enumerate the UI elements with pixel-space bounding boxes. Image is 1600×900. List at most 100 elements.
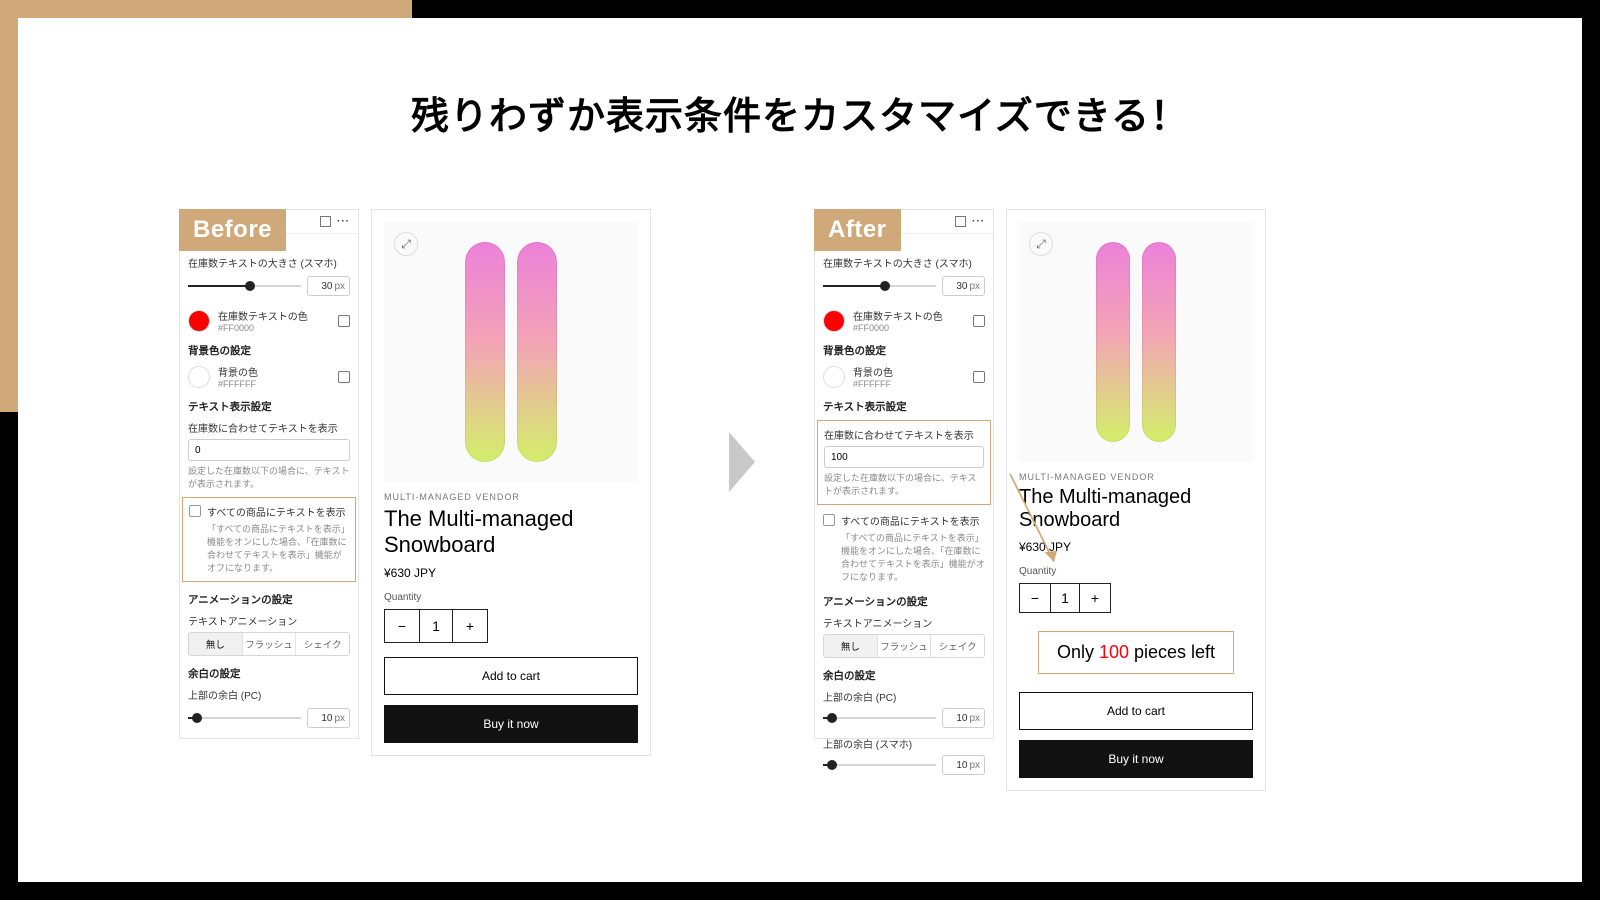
frame-right-bar — [1582, 0, 1600, 900]
margin-pc-input[interactable]: 10px — [942, 708, 985, 728]
anim-segmented[interactable]: 無し フラッシュ シェイク — [823, 634, 985, 658]
buy-now-button[interactable]: Buy it now — [384, 705, 638, 743]
margin-pc-input[interactable]: 10px — [307, 708, 350, 728]
text-color-swatch[interactable] — [188, 310, 210, 332]
product-vendor: MULTI-MANAGED VENDOR — [384, 492, 638, 502]
margin-sp-slider[interactable] — [823, 763, 936, 767]
anim-opt-none[interactable]: 無し — [824, 635, 877, 657]
text-color-swatch[interactable] — [823, 310, 845, 332]
text-size-input[interactable]: 30px — [307, 276, 350, 296]
frame-left-accent — [0, 0, 18, 412]
after-settings-panel: 示｜お手軽… ··· Stock Counter 在庫数テキストの大きさ (スマ… — [814, 209, 994, 739]
text-size-label: 在庫数テキストの大きさ (スマホ) — [823, 255, 985, 270]
text-size-slider[interactable] — [188, 284, 301, 288]
all-products-help: 「すべての商品にテキストを表示」機能をオンにした場合、「在庫数に合わせてテキスト… — [823, 532, 985, 584]
zoom-icon[interactable]: ⤢ — [1029, 232, 1053, 256]
add-to-cart-button[interactable]: Add to cart — [1019, 692, 1253, 730]
page-title: 残りわずか表示条件をカスタマイズできる！ — [180, 85, 1420, 140]
edit-icon[interactable] — [973, 371, 985, 383]
anim-opt-shake[interactable]: シェイク — [930, 635, 984, 657]
bg-color-swatch[interactable] — [188, 366, 210, 388]
all-products-checkbox[interactable] — [189, 505, 201, 517]
bg-section-title: 背景色の設定 — [188, 343, 350, 358]
qty-minus-button[interactable]: − — [1020, 584, 1050, 612]
bg-color-swatch[interactable] — [823, 366, 845, 388]
anim-opt-flash[interactable]: フラッシュ — [877, 635, 931, 657]
all-products-label: すべての商品にテキストを表示 — [207, 504, 346, 519]
text-color-label: 在庫数テキストの色 — [853, 308, 943, 323]
more-icon[interactable]: ··· — [972, 216, 985, 227]
product-image: ⤢ — [1019, 222, 1253, 462]
text-display-section-title: テキスト表示設定 — [823, 399, 985, 414]
quantity-stepper[interactable]: − 1 + — [384, 609, 488, 643]
bg-color-label: 背景の色 — [218, 364, 258, 379]
anim-segmented[interactable]: 無し フラッシュ シェイク — [188, 632, 350, 656]
text-size-slider[interactable] — [823, 284, 936, 288]
text-display-section-title: テキスト表示設定 — [188, 399, 350, 414]
quantity-stepper[interactable]: − 1 + — [1019, 583, 1111, 613]
all-products-checkbox[interactable] — [823, 514, 835, 526]
margin-top-sp-label: 上部の余白 (スマホ) — [823, 736, 985, 751]
qty-plus-button[interactable]: + — [453, 610, 487, 642]
margin-pc-slider[interactable] — [823, 716, 936, 720]
text-size-input[interactable]: 30px — [942, 276, 985, 296]
edit-icon[interactable] — [338, 315, 350, 327]
edit-icon[interactable] — [973, 315, 985, 327]
anim-opt-none[interactable]: 無し — [189, 633, 242, 655]
after-preview-panel: ⤢ MULTI-MANAGED VENDOR The Multi-managed… — [1006, 209, 1266, 791]
margin-section-title: 余白の設定 — [823, 668, 985, 683]
snowboard-graphic — [465, 242, 505, 462]
qty-plus-button[interactable]: + — [1080, 584, 1110, 612]
frame-top-bar — [412, 0, 1600, 18]
product-title: The Multi-managed Snowboard — [384, 506, 638, 558]
text-color-hex: #FF0000 — [218, 323, 308, 333]
text-size-label: 在庫数テキストの大きさ (スマホ) — [188, 255, 350, 270]
stock-post: pieces left — [1129, 642, 1215, 662]
all-products-help: 「すべての商品にテキストを表示」機能をオンにした場合、「在庫数に合わせてテキスト… — [189, 523, 349, 575]
margin-pc-slider[interactable] — [188, 716, 301, 720]
product-price: ¥630 JPY — [1019, 540, 1253, 554]
margin-top-pc-label: 上部の余白 (PC) — [188, 687, 350, 702]
margin-sp-input[interactable]: 10px — [942, 755, 985, 775]
qty-minus-button[interactable]: − — [385, 610, 419, 642]
text-color-hex: #FF0000 — [853, 323, 943, 333]
buy-now-button[interactable]: Buy it now — [1019, 740, 1253, 778]
snowboard-graphic — [1096, 242, 1130, 442]
transition-arrow-icon — [729, 432, 755, 492]
margin-section-title: 余白の設定 — [188, 666, 350, 681]
more-icon[interactable]: ··· — [337, 216, 350, 227]
add-to-cart-button[interactable]: Add to cart — [384, 657, 638, 695]
page-icon — [955, 216, 966, 227]
before-tab: Before — [179, 209, 286, 251]
margin-top-pc-label: 上部の余白 (PC) — [823, 689, 985, 704]
bg-section-title: 背景色の設定 — [823, 343, 985, 358]
edit-icon[interactable] — [338, 371, 350, 383]
frame-bottom-bar — [0, 882, 1600, 900]
anim-section-title: アニメーションの設定 — [188, 592, 350, 607]
highlight-all-products: すべての商品にテキストを表示 「すべての商品にテキストを表示」機能をオンにした場… — [182, 497, 356, 582]
bg-color-hex: #FFFFFF — [218, 379, 258, 389]
anim-opt-shake[interactable]: シェイク — [295, 633, 349, 655]
snowboard-graphic — [517, 242, 557, 462]
threshold-input[interactable] — [824, 446, 984, 468]
quantity-label: Quantity — [384, 592, 638, 603]
text-color-label: 在庫数テキストの色 — [218, 308, 308, 323]
before-preview-panel: ⤢ MULTI-MANAGED VENDOR The Multi-managed… — [371, 209, 651, 756]
frame-top-accent — [0, 0, 412, 18]
quantity-label: Quantity — [1019, 566, 1253, 577]
anim-section-title: アニメーションの設定 — [823, 594, 985, 609]
all-products-label: すべての商品にテキストを表示 — [841, 513, 980, 528]
highlight-threshold: 在庫数に合わせてテキストを表示 設定した在庫数以下の場合に、テキストが表示されま… — [817, 420, 991, 505]
frame-left-bar — [0, 412, 18, 900]
product-price: ¥630 JPY — [384, 566, 638, 580]
threshold-input[interactable] — [188, 439, 350, 461]
bg-color-label: 背景の色 — [853, 364, 893, 379]
product-title: The Multi-managed Snowboard — [1019, 486, 1253, 532]
after-tab: After — [814, 209, 901, 251]
product-image: ⤢ — [384, 222, 638, 482]
anim-opt-flash[interactable]: フラッシュ — [242, 633, 296, 655]
snowboard-graphic — [1142, 242, 1176, 442]
zoom-icon[interactable]: ⤢ — [394, 232, 418, 256]
threshold-help: 設定した在庫数以下の場合に、テキストが表示されます。 — [188, 465, 350, 491]
page-icon — [320, 216, 331, 227]
